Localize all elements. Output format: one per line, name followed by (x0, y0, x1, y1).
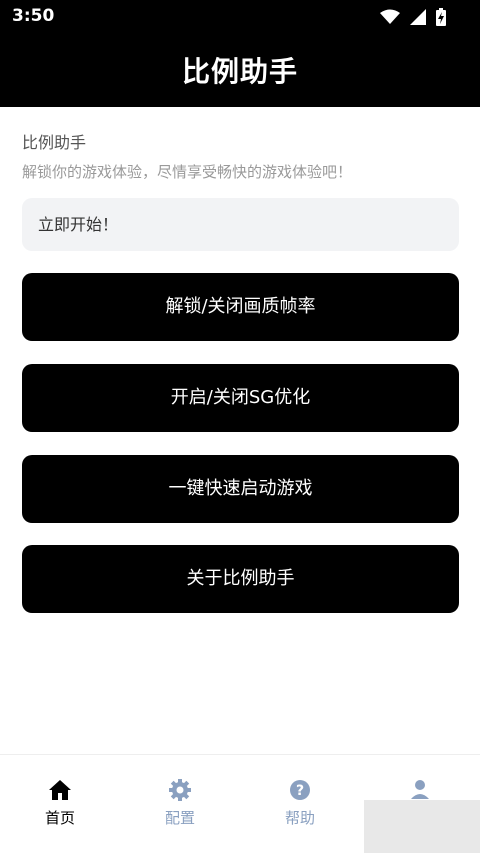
nav-item-help[interactable]: ? 帮助 (240, 779, 360, 828)
nav-label-config: 配置 (164, 809, 195, 827)
wifi-icon (380, 9, 400, 24)
nav-item-home[interactable]: 首页 (0, 779, 120, 828)
nav-label-home: 首页 (44, 809, 75, 827)
status-icons (380, 8, 446, 26)
section-subtitle: 比例助手 (22, 133, 87, 152)
toggle-sg-optimization-button[interactable]: 开启/关闭SG优化 (22, 364, 459, 432)
help-icon: ? (290, 780, 310, 800)
svg-text:?: ? (296, 783, 304, 799)
app-header: 3:50 比例助手 (0, 0, 480, 107)
unlock-framerate-button[interactable]: 解锁/关闭画质帧率 (22, 273, 459, 341)
start-banner[interactable]: 立即开始！ (22, 198, 459, 251)
overlay-patch (364, 800, 480, 853)
section-description: 解锁你的游戏体验，尽情享受畅快的游戏体验吧！ (22, 163, 353, 181)
gear-icon (169, 779, 191, 801)
page-title: 比例助手 (181, 55, 298, 88)
about-app-button[interactable]: 关于比例助手 (22, 545, 459, 613)
quick-launch-game-button[interactable]: 一键快速启动游戏 (22, 455, 459, 523)
status-time: 3:50 (12, 6, 55, 26)
user-icon (411, 780, 429, 799)
nav-item-config[interactable]: 配置 (120, 779, 240, 828)
nav-label-help: 帮助 (284, 809, 315, 827)
home-icon (49, 780, 71, 800)
signal-icon (410, 9, 426, 25)
battery-icon (436, 8, 446, 26)
